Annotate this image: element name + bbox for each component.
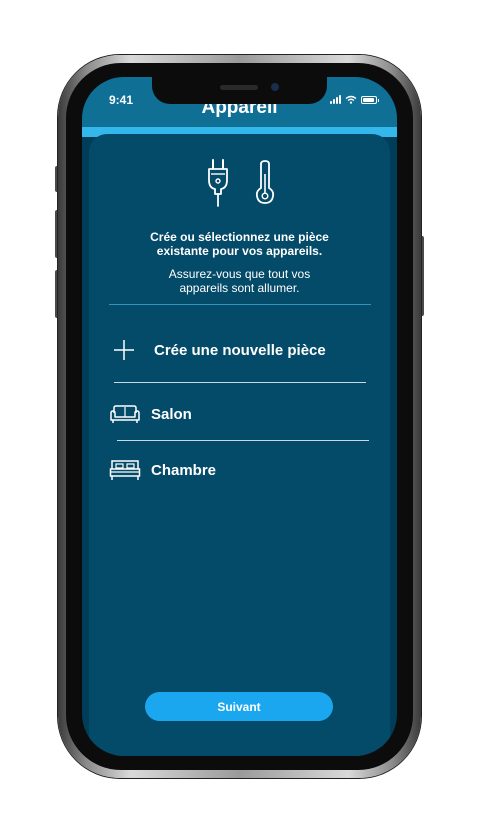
thermometer-icon <box>255 160 275 204</box>
plug-icon <box>208 159 228 207</box>
intro-sub-line-2: appareils sont allumer. <box>179 281 300 295</box>
signal-icon <box>330 95 341 104</box>
create-room-divider <box>114 382 366 383</box>
intro-sub-line-1: Assurez-vous que tout vos <box>168 267 311 281</box>
intro-line-2: existante pour vos appareils. <box>156 244 323 258</box>
plus-icon <box>114 340 134 360</box>
phone-screen: 9:41 Appareil Crée ou sélectionnez une p… <box>82 77 397 756</box>
room-divider <box>117 440 369 441</box>
intro-subtext: Assurez-vous que tout vos appareils sont… <box>89 267 390 295</box>
status-icons <box>330 94 379 104</box>
sofa-icon <box>110 405 140 423</box>
intro-text: Crée ou sélectionnez une pièce existante… <box>89 230 390 258</box>
room-item-chambre[interactable]: Chambre <box>109 459 216 481</box>
intro-line-1: Crée ou sélectionnez une pièce <box>150 230 329 244</box>
front-camera <box>271 83 279 91</box>
room-item-chambre-label: Chambre <box>151 461 217 479</box>
notch <box>152 77 327 104</box>
room-item-salon-label: Salon <box>151 405 192 423</box>
intro-divider <box>109 304 371 305</box>
room-item-salon[interactable]: Salon <box>109 404 192 424</box>
next-button[interactable]: Suivant <box>145 692 333 721</box>
room-selection-card: Crée ou sélectionnez une pièce existante… <box>89 134 390 756</box>
speaker <box>220 85 258 90</box>
create-room-button[interactable]: Crée une nouvelle pièce <box>113 339 326 361</box>
wifi-icon <box>345 95 357 104</box>
create-room-label: Crée une nouvelle pièce <box>154 341 326 359</box>
battery-icon <box>361 96 379 104</box>
bed-icon <box>109 460 141 480</box>
